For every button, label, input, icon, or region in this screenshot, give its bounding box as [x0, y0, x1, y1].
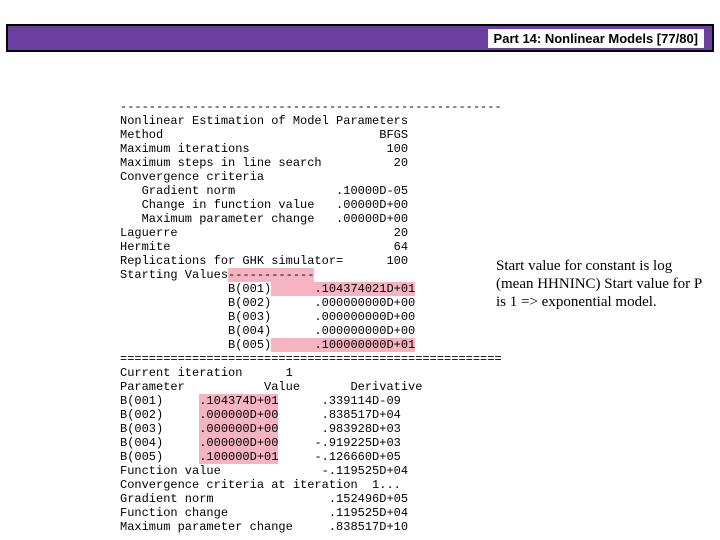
sv-b001: B(001) .104374021D+01	[120, 282, 415, 296]
b003-row: B(003) .000000D+00 .983928D+03	[120, 422, 401, 436]
side-annotation: Start value for constant is log (mean HH…	[496, 257, 706, 311]
maxiter-line: Maximum iterations 100	[120, 142, 408, 156]
b005-row: B(005) .100000D+01 -.126660D+05	[120, 450, 401, 464]
fchange-line: Function change .119525D+04	[120, 506, 408, 520]
sv-b005: B(005) .100000000D+01	[120, 338, 415, 352]
hermite-line: Hermite 64	[120, 240, 408, 254]
sv-b001-highlight: .104374021D+01	[271, 282, 415, 296]
iter-line: Current iteration 1	[120, 366, 293, 380]
sv-b002: B(002) .000000000D+00	[120, 296, 415, 310]
b002-row: B(002) .000000D+00 .838517D+04	[120, 408, 401, 422]
maxsteps-line: Maximum steps in line search 20	[120, 156, 408, 170]
max-parm-chg-line: Maximum parameter change .00000D+00	[120, 212, 408, 226]
laguerre-line: Laguerre 20	[120, 226, 408, 240]
b002-value-highlight: .000000D+00	[199, 408, 278, 422]
param-header: Parameter Value Derivative	[120, 380, 422, 394]
conv-criteria-header: Convergence criteria	[120, 170, 264, 184]
grad-norm-line: Gradient norm .10000D-05	[120, 184, 408, 198]
b004-value-highlight: .000000D+00	[199, 436, 278, 450]
rule-equals: ========================================…	[120, 352, 502, 366]
ghk-line: Replications for GHK simulator= 100	[120, 254, 408, 268]
fval-line: Function value -.119525D+04	[120, 464, 408, 478]
starting-values-header: Starting Values------------	[120, 268, 314, 282]
b004-row: B(004) .000000D+00 -.919225D+03	[120, 436, 401, 450]
console-output: ----------------------------------------…	[120, 86, 502, 534]
sv-b003: B(003) .000000000D+00	[120, 310, 415, 324]
nle-title: Nonlinear Estimation of Model Parameters	[120, 114, 408, 128]
sv-dash-highlight: ------------	[228, 268, 314, 282]
max-parm-chg2: Maximum parameter change .838517D+10	[120, 520, 408, 534]
slide-header: Part 14: Nonlinear Models [77/80]	[6, 24, 714, 52]
rule-dash: ----------------------------------------…	[120, 100, 502, 114]
slide-title-badge: Part 14: Nonlinear Models [77/80]	[488, 29, 704, 48]
b001-value-highlight: .104374D+01	[199, 394, 278, 408]
chg-fval-line: Change in function value .00000D+00	[120, 198, 408, 212]
sv-b005-highlight: .100000000D+01	[271, 338, 415, 352]
method-line: Method BFGS	[120, 128, 408, 142]
b005-value-highlight: .100000D+01	[199, 450, 278, 464]
conv-at-iter: Convergence criteria at iteration 1...	[120, 478, 401, 492]
b001-row: B(001) .104374D+01 .339114D-09	[120, 394, 401, 408]
sv-b004: B(004) .000000000D+00	[120, 324, 415, 338]
grad-norm2: Gradient norm .152496D+05	[120, 492, 408, 506]
b003-value-highlight: .000000D+00	[199, 422, 278, 436]
